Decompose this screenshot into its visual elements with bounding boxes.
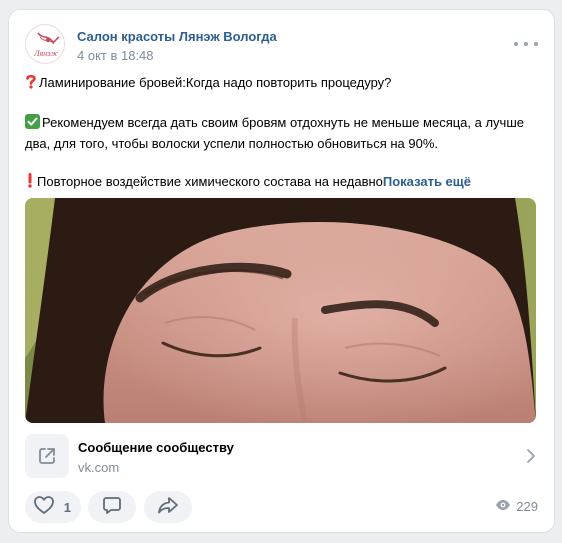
svg-text:Лянэж: Лянэж bbox=[33, 49, 58, 58]
avatar[interactable]: Лянэж bbox=[25, 24, 65, 64]
paragraph-exclamation: Повторное воздействие химического состав… bbox=[25, 172, 540, 193]
link-attachment[interactable]: Сообщение сообществу vk.com bbox=[25, 434, 540, 478]
share-icon bbox=[157, 495, 179, 520]
link-title[interactable]: Сообщение сообществу bbox=[78, 440, 234, 455]
comment-button[interactable] bbox=[88, 491, 136, 523]
like-count: 1 bbox=[63, 499, 71, 515]
external-link-icon bbox=[25, 434, 69, 478]
question-mark-icon bbox=[25, 74, 37, 94]
link-domain: vk.com bbox=[78, 460, 120, 475]
eyebrows-photo bbox=[25, 198, 536, 423]
author-name[interactable]: Салон красоты Лянэж Вологда bbox=[77, 29, 277, 44]
more-options-icon[interactable] bbox=[514, 36, 538, 52]
show-more-link[interactable]: Показать ещё bbox=[383, 174, 471, 189]
salon-logo-icon: Лянэж bbox=[26, 25, 64, 63]
paragraph-check: Рекомендуем всегда дать своим бровям отд… bbox=[25, 113, 540, 153]
heart-icon bbox=[33, 495, 55, 520]
paragraph-text: Рекомендуем всегда дать своим бровям отд… bbox=[25, 115, 524, 151]
share-button[interactable] bbox=[144, 491, 192, 523]
paragraph-text: Повторное воздействие химического состав… bbox=[37, 174, 383, 189]
post-card: Лянэж Салон красоты Лянэж Вологда 4 окт … bbox=[8, 9, 555, 533]
post-actions: 1 229 bbox=[25, 491, 538, 523]
like-button[interactable]: 1 bbox=[25, 491, 81, 523]
post-text: Ламинирование бровей:Когда надо повторит… bbox=[25, 73, 540, 193]
comment-icon bbox=[102, 495, 122, 520]
chevron-right-icon bbox=[526, 448, 536, 469]
views-counter: 229 bbox=[495, 499, 538, 514]
exclamation-mark-icon bbox=[25, 173, 35, 193]
eye-icon bbox=[495, 499, 511, 514]
views-count: 229 bbox=[516, 499, 538, 514]
check-mark-icon bbox=[25, 114, 40, 134]
paragraph-question: Ламинирование бровей:Когда надо повторит… bbox=[25, 73, 540, 94]
post-date[interactable]: 4 окт в 18:48 bbox=[77, 48, 154, 63]
paragraph-text: Ламинирование бровей:Когда надо повторит… bbox=[39, 75, 392, 90]
post-photo[interactable] bbox=[25, 198, 536, 423]
post-header: Лянэж Салон красоты Лянэж Вологда 4 окт … bbox=[25, 24, 538, 64]
